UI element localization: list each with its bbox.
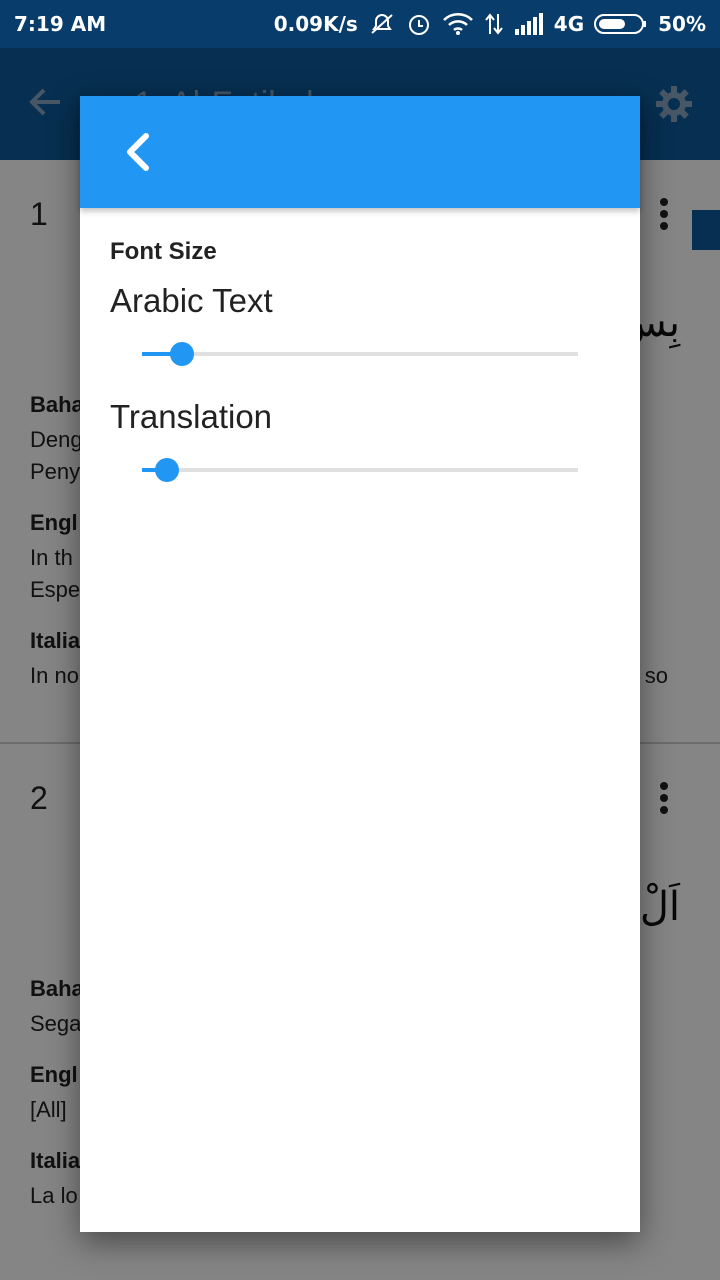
status-time: 7:19 AM bbox=[14, 12, 107, 36]
signal-icon bbox=[514, 13, 544, 35]
dialog-header bbox=[80, 96, 640, 208]
chevron-left-icon[interactable] bbox=[118, 130, 158, 174]
alarm-icon bbox=[406, 11, 432, 37]
mute-vibrate-icon bbox=[368, 12, 396, 36]
network-type: 4G bbox=[553, 12, 585, 36]
slider-track bbox=[142, 352, 578, 356]
battery-icon bbox=[594, 12, 648, 36]
network-speed: 0.09K/s bbox=[273, 12, 358, 36]
section-title: Font Size bbox=[110, 238, 217, 265]
wifi-icon bbox=[442, 12, 474, 36]
data-arrows-icon bbox=[484, 12, 504, 36]
battery-level: 50% bbox=[658, 12, 706, 36]
font-size-dialog: Font Size Arabic Text Translation bbox=[80, 96, 640, 1232]
slider-track bbox=[142, 468, 578, 472]
arabic-text-label: Arabic Text bbox=[110, 282, 273, 319]
translation-label: Translation bbox=[110, 398, 273, 435]
arabic-text-slider[interactable] bbox=[142, 339, 578, 369]
slider-thumb[interactable] bbox=[155, 458, 179, 482]
status-bar: 7:19 AM 0.09K/s 4G 50% bbox=[0, 0, 720, 48]
status-icons: 0.09K/s 4G 50% bbox=[274, 11, 706, 37]
slider-thumb[interactable] bbox=[170, 342, 194, 366]
translation-slider[interactable] bbox=[142, 455, 578, 485]
